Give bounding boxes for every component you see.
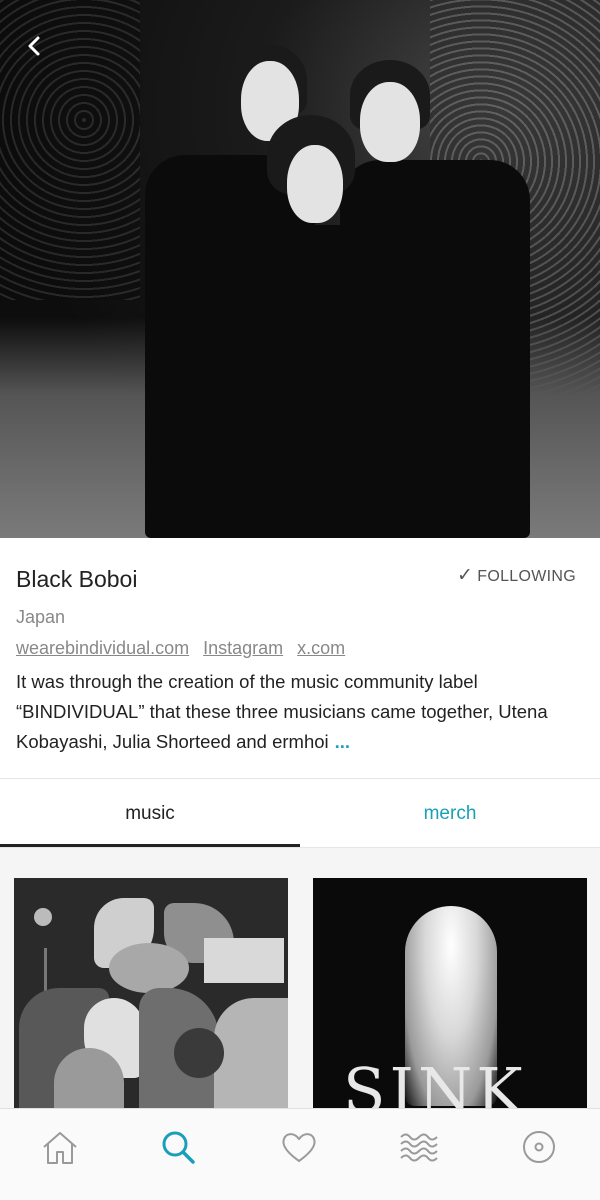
artist-location: Japan <box>16 607 66 627</box>
website-link[interactable]: wearebindividual.com <box>16 638 189 658</box>
tab-music[interactable]: music <box>0 780 300 848</box>
nav-collection[interactable] <box>517 1125 561 1169</box>
album-cover-art <box>14 878 288 1108</box>
nav-wishlist[interactable] <box>277 1125 321 1169</box>
nav-search[interactable] <box>156 1125 200 1169</box>
record-icon <box>523 1131 555 1163</box>
search-icon <box>162 1131 195 1164</box>
tab-merch[interactable]: merch <box>300 780 600 848</box>
heart-icon <box>282 1133 316 1162</box>
album-card[interactable]: SINK <box>313 878 587 1108</box>
artist-hero-photo <box>0 0 600 538</box>
album-cover-title: SINK <box>343 1054 527 1108</box>
nav-feed[interactable] <box>397 1125 441 1169</box>
photo-person-center <box>205 115 420 538</box>
bio-more-button[interactable]: ... <box>335 731 350 752</box>
content-tabs: music merch <box>0 780 600 848</box>
feed-icon <box>400 1133 438 1162</box>
x-link[interactable]: x.com <box>297 638 345 658</box>
album-grid: SINK <box>0 848 600 1108</box>
checkmark-icon: ✓ <box>457 565 474 586</box>
artist-name: Black Boboi <box>16 566 138 592</box>
chevron-left-icon <box>28 36 40 56</box>
artist-links: wearebindividual.com Instagram x.com <box>16 638 359 659</box>
album-card[interactable] <box>14 878 288 1108</box>
instagram-link[interactable]: Instagram <box>203 638 283 658</box>
bio-text: It was through the creation of the music… <box>16 671 548 752</box>
section-divider <box>0 778 600 779</box>
home-icon <box>43 1132 77 1164</box>
artist-bio: It was through the creation of the music… <box>16 667 590 757</box>
nav-home[interactable] <box>38 1125 82 1169</box>
following-label: FOLLOWING <box>477 568 576 585</box>
bottom-navigation <box>0 1108 600 1200</box>
following-button[interactable]: ✓ FOLLOWING <box>457 564 576 587</box>
back-button[interactable] <box>18 28 54 64</box>
